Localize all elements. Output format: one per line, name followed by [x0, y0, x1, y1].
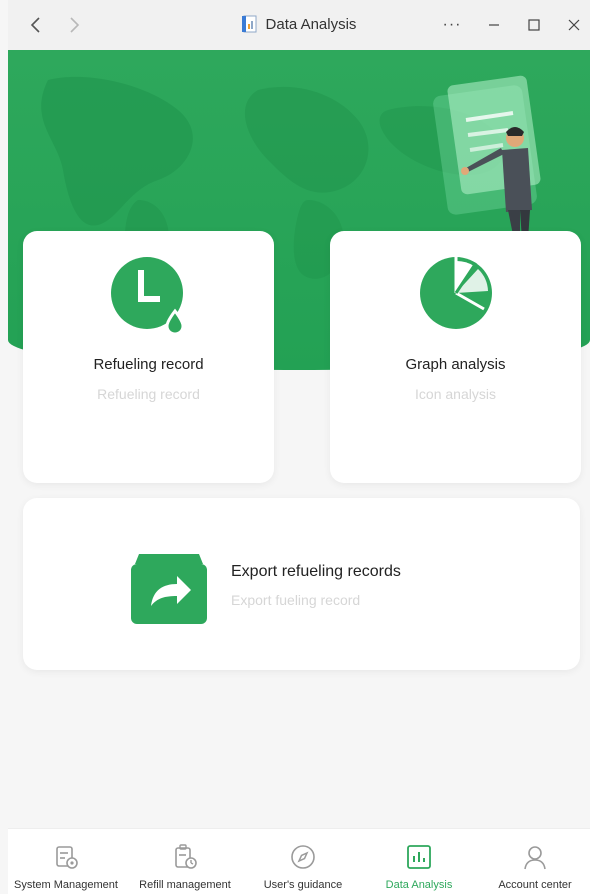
compass-icon — [291, 845, 315, 869]
pie-chart-icon — [420, 257, 492, 329]
bar-chart-icon — [407, 845, 431, 869]
nav-data-analysis[interactable]: Data Analysis — [360, 829, 478, 894]
nav-label: System Management — [14, 879, 118, 891]
export-title: Export refueling records — [231, 563, 401, 580]
clock-drop-icon — [111, 257, 185, 333]
export-folder-icon — [131, 554, 207, 624]
card-subtitle: Refueling record — [97, 386, 200, 402]
refueling-record-card[interactable]: Refueling record Refueling record — [23, 231, 274, 483]
export-refueling-records-card[interactable]: Export refueling records Export fueling … — [23, 498, 580, 670]
card-title: Graph analysis — [405, 356, 506, 373]
maximize-icon[interactable] — [522, 13, 546, 37]
more-icon[interactable]: ··· — [440, 13, 464, 37]
nav-label: Data Analysis — [385, 879, 453, 891]
nav-account-center[interactable]: Account center — [476, 829, 590, 894]
refill-management-icon — [175, 844, 197, 869]
bottom-nav: System Management Refill management User… — [8, 828, 590, 894]
nav-system-management[interactable]: System Management — [7, 829, 125, 894]
document-icon — [241, 15, 257, 33]
app-window: Data Analysis ··· Refueling record Refue… — [8, 0, 590, 894]
nav-label: Refill management — [139, 879, 231, 891]
export-subtitle: Export fueling record — [231, 592, 361, 608]
nav-users-guidance[interactable]: User's guidance — [244, 829, 362, 894]
nav-refill-management[interactable]: Refill management — [126, 829, 244, 894]
close-icon[interactable] — [562, 13, 586, 37]
graph-analysis-card[interactable]: Graph analysis Icon analysis — [330, 231, 581, 483]
card-title: Refueling record — [93, 356, 204, 373]
title-bar: Data Analysis ··· — [8, 0, 590, 50]
system-management-icon — [56, 846, 78, 869]
nav-label: User's guidance — [263, 879, 343, 891]
card-subtitle: Icon analysis — [415, 386, 496, 402]
user-icon — [524, 846, 546, 870]
minimize-icon[interactable] — [482, 13, 506, 37]
window-title-text: Data Analysis — [265, 15, 357, 33]
nav-label: Account center — [498, 879, 572, 891]
